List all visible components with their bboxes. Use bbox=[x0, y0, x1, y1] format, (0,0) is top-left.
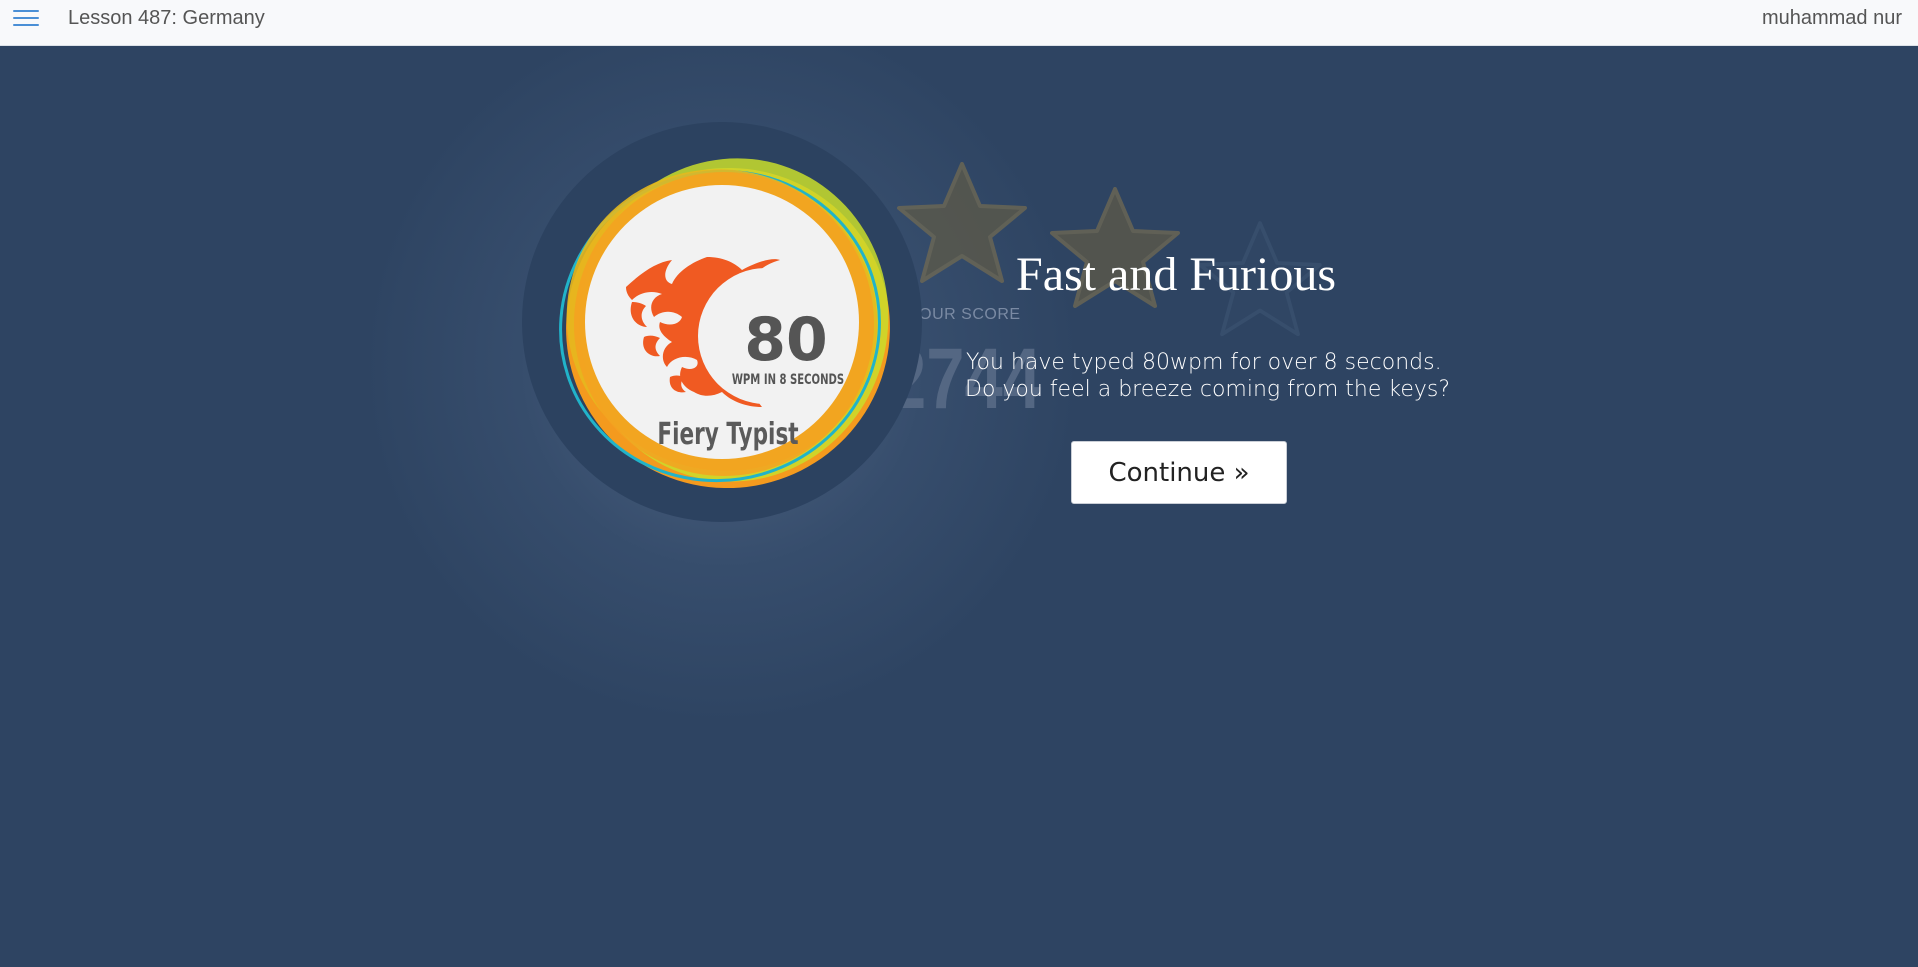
achievement-description-line-1: You have typed 80wpm for over 8 seconds. bbox=[966, 350, 1442, 375]
achievement-description-line-2: Do you feel a breeze coming from the key… bbox=[965, 377, 1451, 402]
user-name[interactable]: muhammad nur bbox=[1762, 7, 1902, 30]
achievement-title: Fast and Furious bbox=[1016, 248, 1337, 301]
score-label: YOUR SCORE bbox=[908, 306, 1021, 323]
badge-number: 80 bbox=[744, 305, 828, 375]
achievement-badge: 80 WPM IN 8 SECONDS Fiery Typist bbox=[522, 122, 922, 522]
badge-subtitle: WPM IN 8 SECONDS bbox=[732, 371, 844, 387]
badge-name: Fiery Typist bbox=[657, 418, 798, 452]
hamburger-menu-icon[interactable] bbox=[13, 8, 39, 28]
top-bar: Lesson 487: Germany muhammad nur bbox=[0, 0, 1918, 46]
lesson-title: Lesson 487: Germany bbox=[68, 7, 265, 29]
continue-button[interactable]: Continue » bbox=[1071, 441, 1287, 504]
